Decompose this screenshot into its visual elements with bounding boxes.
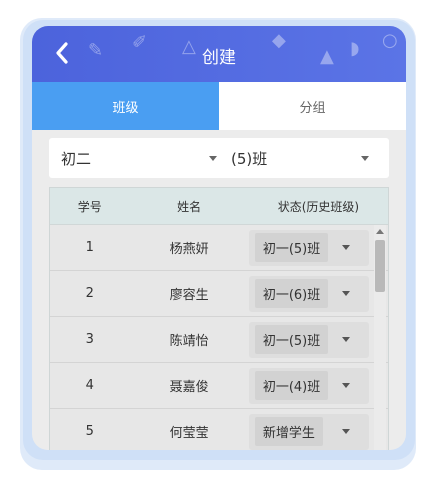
status-value: 初一(4)班	[254, 371, 329, 400]
status-cell: 初一(4)班	[248, 367, 388, 404]
table-scrollbar[interactable]	[374, 225, 386, 450]
create-panel: ✎ ✐ △ ◆ ▲ ◗ ○ 创建 班级 分组 初二 (5)班 学号 姓名 状态(	[32, 26, 406, 450]
status-value: 初一(6)班	[254, 279, 329, 308]
class-select[interactable]: (5)班	[219, 138, 389, 178]
scroll-up-arrow-icon[interactable]	[376, 229, 384, 234]
status-select[interactable]: 新增学生	[248, 413, 369, 450]
status-cell: 初一(5)班	[248, 229, 388, 266]
status-value: 新增学生	[254, 417, 323, 446]
table-row: 1 杨燕妍 初一(5)班	[50, 225, 388, 271]
status-select[interactable]: 初一(5)班	[248, 321, 369, 358]
tab-group[interactable]: 分组	[219, 82, 406, 130]
caret-down-icon	[341, 336, 350, 342]
filter-bar: 初二 (5)班	[49, 138, 389, 178]
table-row: 2 廖容生 初一(6)班	[50, 271, 388, 317]
caret-down-icon	[361, 156, 369, 161]
caret-down-icon	[341, 244, 350, 250]
column-header-name: 姓名	[177, 199, 202, 214]
table-header: 学号 姓名 状态(历史班级)	[50, 188, 388, 225]
table-row: 3 陈靖怡 初一(5)班	[50, 317, 388, 363]
student-table: 学号 姓名 状态(历史班级) 1 杨燕妍 初一(5)班 2 廖容生 初一(6)班	[49, 187, 389, 450]
student-no: 3	[85, 332, 94, 347]
student-name: 廖容生	[169, 288, 209, 303]
scrollbar-thumb[interactable]	[375, 240, 385, 292]
grade-select[interactable]: 初二	[49, 138, 219, 178]
column-header-status: 状态(历史班级)	[277, 199, 360, 214]
table-row: 4 聂嘉俊 初一(4)班	[50, 363, 388, 409]
student-no: 1	[85, 240, 94, 255]
class-select-value: (5)班	[231, 149, 268, 168]
status-select[interactable]: 初一(4)班	[248, 367, 369, 404]
grade-select-value: 初二	[61, 149, 92, 168]
status-cell: 初一(5)班	[248, 321, 388, 358]
table-row: 5 何莹莹 新增学生	[50, 409, 388, 450]
caret-down-icon	[209, 156, 217, 161]
student-no: 2	[85, 286, 94, 301]
tab-bar: 班级 分组	[32, 82, 406, 130]
student-name: 陈靖怡	[169, 334, 209, 349]
student-name: 何莹莹	[169, 426, 209, 441]
header-bar: ✎ ✐ △ ◆ ▲ ◗ ○ 创建	[32, 26, 406, 82]
status-value: 初一(5)班	[254, 325, 329, 354]
student-no: 5	[85, 424, 94, 439]
page-title: 创建	[202, 48, 236, 68]
student-name: 杨燕妍	[169, 242, 209, 257]
status-select[interactable]: 初一(6)班	[248, 275, 369, 312]
caret-down-icon	[341, 428, 350, 434]
tab-class[interactable]: 班级	[32, 82, 219, 130]
student-name: 聂嘉俊	[169, 380, 209, 395]
status-cell: 初一(6)班	[248, 275, 388, 312]
status-select[interactable]: 初一(5)班	[248, 229, 369, 266]
status-value: 初一(5)班	[254, 233, 329, 262]
caret-down-icon	[341, 382, 350, 388]
status-cell: 新增学生	[248, 413, 388, 450]
column-header-no: 学号	[77, 199, 102, 214]
student-no: 4	[85, 378, 94, 393]
caret-down-icon	[341, 290, 350, 296]
